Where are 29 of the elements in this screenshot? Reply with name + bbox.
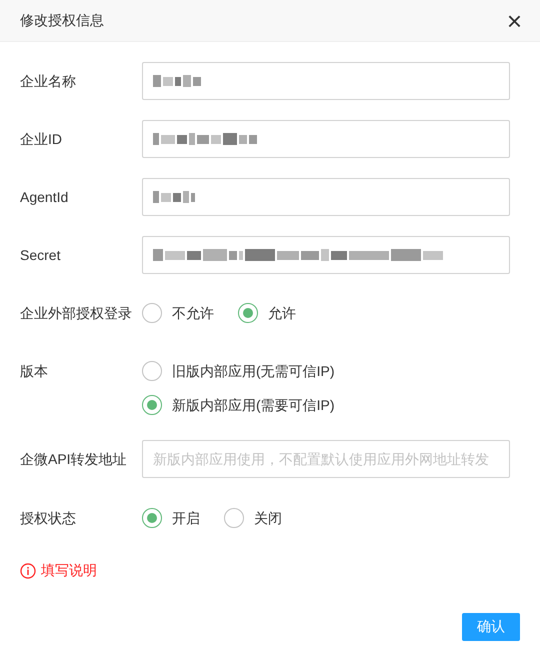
text-field[interactable] <box>142 120 510 158</box>
radio-button[interactable] <box>224 508 244 528</box>
radio-option[interactable]: 不允许 <box>142 294 214 332</box>
help-link[interactable]: 填写说明 <box>20 560 97 581</box>
radio-button[interactable] <box>142 303 162 323</box>
text-field[interactable] <box>142 178 510 216</box>
radio-option[interactable]: 新版内部应用(需要可信IP) <box>142 388 486 422</box>
field-label: 企微API转发地址 <box>20 450 128 469</box>
field-label: 企业ID <box>20 130 63 149</box>
radio-button[interactable] <box>142 395 162 415</box>
field-label: 企业名称 <box>20 72 77 91</box>
text-field[interactable]: 新版内部应用使用，不配置默认使用应用外网地址转发 <box>142 440 510 478</box>
radio-button[interactable] <box>142 508 162 528</box>
close-button[interactable]: × <box>506 8 522 34</box>
info-icon <box>20 562 36 578</box>
text-field[interactable] <box>142 62 510 100</box>
radio-button[interactable] <box>142 361 162 381</box>
text-field[interactable] <box>142 236 510 274</box>
dialog-title: 修改授权信息 <box>20 11 104 30</box>
radio-button[interactable] <box>238 303 258 323</box>
radio-option[interactable]: 旧版内部应用(无需可信IP) <box>142 354 486 388</box>
radio-option[interactable]: 开启 <box>142 499 200 537</box>
field-label: AgentId <box>20 188 70 207</box>
radio-option[interactable]: 允许 <box>238 294 296 332</box>
field-label: Secret <box>20 246 62 265</box>
field-label: 授权状态 <box>20 509 77 528</box>
field-label: 版本 <box>20 362 49 381</box>
field-label: 企业外部授权登录 <box>20 304 133 323</box>
radio-option[interactable]: 关闭 <box>224 499 282 537</box>
